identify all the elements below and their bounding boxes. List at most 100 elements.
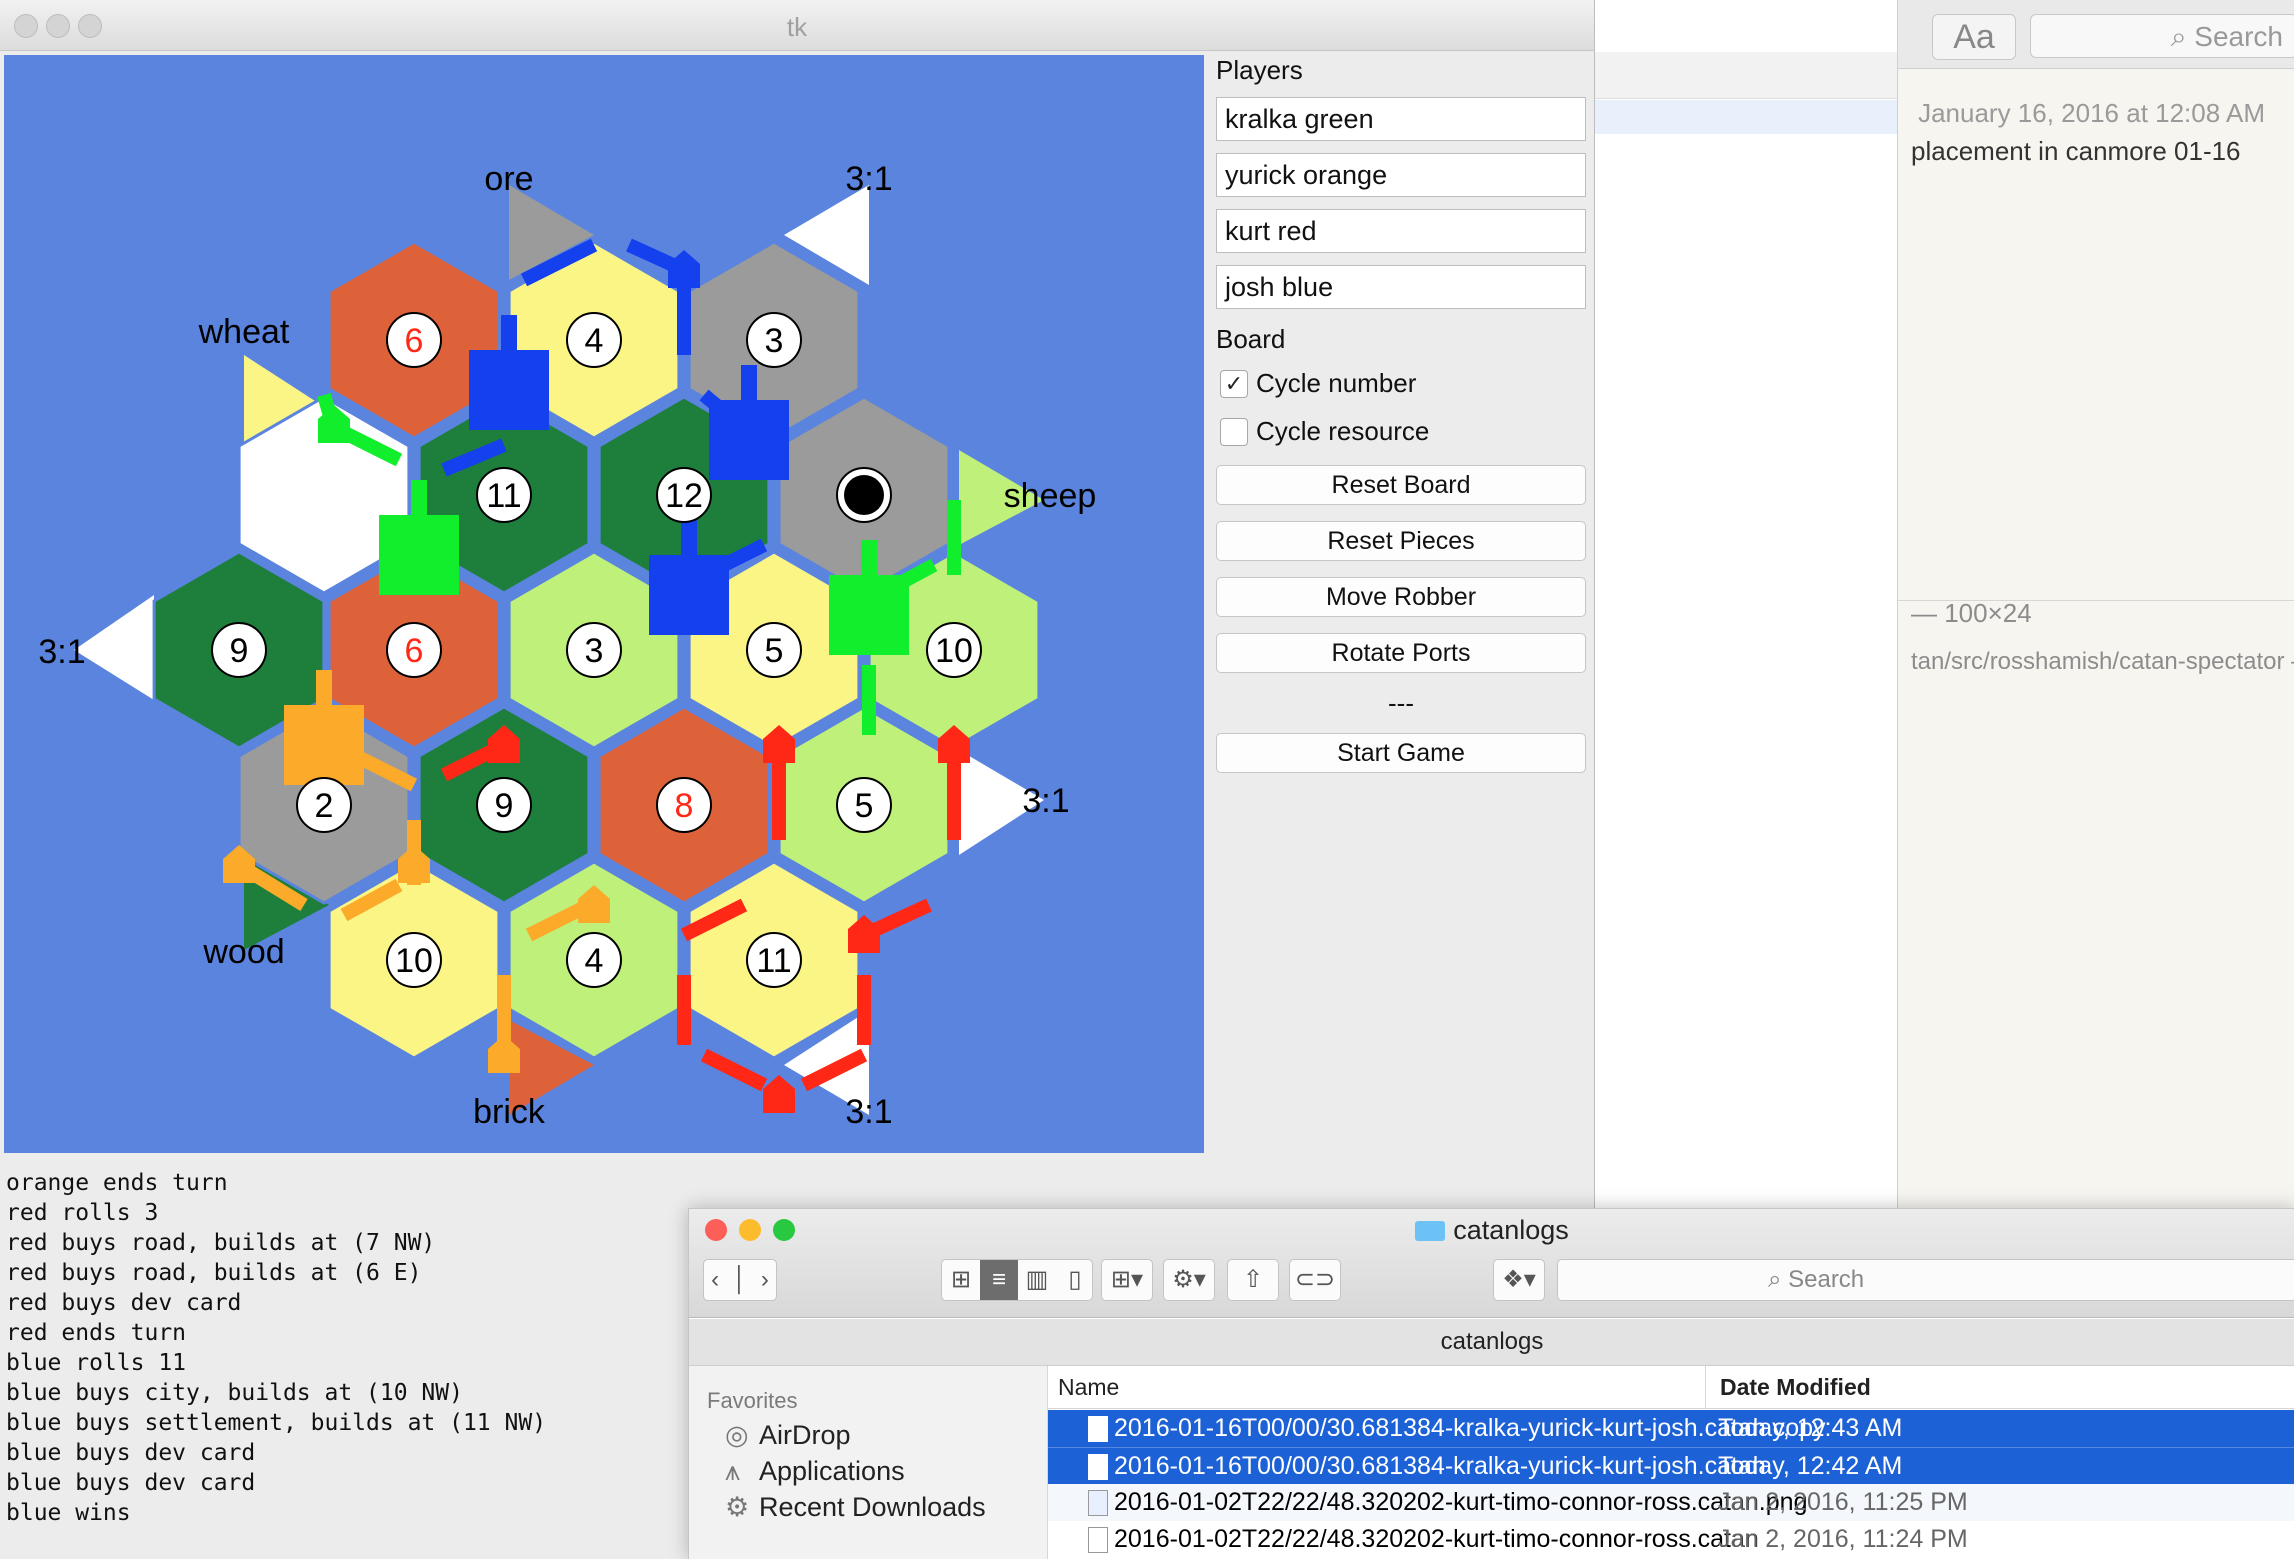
port-label: wheat [198,313,290,351]
list-pane: ▼ [1592,0,1898,1210]
notes-search-field[interactable]: ⌕ Search [2030,14,2294,58]
back-forward-control[interactable]: ‹ │ › [703,1259,777,1301]
rotate-ports-button[interactable]: Rotate Ports [1216,633,1586,673]
move-robber-button[interactable]: Move Robber [1216,577,1586,617]
player-1-field[interactable]: kralka green [1216,97,1586,141]
column-divider[interactable] [1705,1366,1706,1408]
file-name: 2016-01-16T00/00/30.681384-kralka-yurick… [1114,1452,1766,1480]
airdrop-icon: ◎ [725,1420,749,1450]
search-icon: ⌕ [2170,21,2195,52]
window-title: tk [786,12,808,42]
city-tower [501,315,517,355]
player-3-field[interactable]: kurt red [1216,209,1586,253]
number-token-label: 9 [230,632,249,670]
date-column-header[interactable]: Date Modified [1720,1374,1871,1401]
port-label: ore [484,160,533,198]
city-tower [741,365,757,405]
dropbox-icon[interactable]: ❖▾ [1493,1259,1545,1301]
robber-icon [844,475,884,515]
number-token-label: 12 [665,477,703,515]
cycle-number-checkbox[interactable]: ✓ [1220,370,1248,398]
file-row[interactable]: 2016-01-16T00/00/30.681384-kralka-yurick… [1048,1447,2294,1485]
note-title: placement in canmore 01-16 [1911,136,2241,166]
sidebar-item-recent-downloads[interactable]: ⚙ Recent Downloads [725,1492,986,1523]
arrange-icon[interactable]: ⊞▾ [1101,1259,1153,1301]
column-header: Name Date Modified [1048,1366,2294,1409]
log-line: red rolls 3 [6,1200,159,1226]
font-button[interactable]: Aa [1932,14,2016,60]
finder-search-field[interactable]: ⌕ Search [1557,1259,2294,1301]
file-row[interactable]: 2016-01-02T22/22/48.320202-kurt-timo-con… [1048,1521,2294,1558]
number-token-label: 4 [585,942,604,980]
cover-flow-icon[interactable]: ▯ [1056,1260,1094,1300]
reset-board-button[interactable]: Reset Board [1216,465,1586,505]
reset-pieces-button[interactable]: Reset Pieces [1216,521,1586,561]
file-row[interactable]: 2016-01-02T22/22/48.320202-kurt-timo-con… [1048,1484,2294,1521]
cycle-number-label: Cycle number [1256,368,1417,398]
board-label: Board [1216,324,1286,354]
log-line: blue wins [6,1500,131,1526]
forward-icon[interactable]: › [761,1266,769,1293]
finder-toolbar: catanlogs ‹ │ › ⊞ ≡ ▥ ▯ ⊞▾ ⚙▾ ⇧ ⊂⊃ ❖▾ ⌕ … [689,1209,2294,1318]
file-row[interactable]: 2016-01-16T00/00/30.681384-kralka-yurick… [1048,1410,2294,1447]
port-label: brick [473,1093,546,1131]
document-icon [1088,1527,1108,1553]
number-token-label: 5 [855,787,874,825]
applications-icon: ⩚ [725,1456,741,1486]
port-label: wood [202,933,284,971]
number-token-label: 11 [756,942,791,980]
catan-board[interactable]: ore 3:1 wheat sheep 3:1 3:1 wood brick 3:1 6 4 3 11… [4,55,1204,1153]
sidebar-item-airdrop[interactable]: ◎ AirDrop [725,1420,851,1451]
number-token-label: 2 [315,787,334,825]
icon-view-icon[interactable]: ⊞ [942,1260,980,1300]
view-mode-control[interactable]: ⊞ ≡ ▥ ▯ [941,1259,1093,1301]
sidebar-item-label: Recent Downloads [759,1492,986,1522]
number-token-label: 5 [765,632,784,670]
sidebar-item-applications[interactable]: ⩚ Applications [725,1456,905,1488]
player-2-field[interactable]: yurick orange [1216,153,1586,197]
name-column-header[interactable]: Name [1058,1374,1119,1401]
separator-label: --- [1388,688,1414,718]
path-bar: catanlogs [689,1319,2294,1366]
sidebar-item-label: AirDrop [759,1420,851,1450]
list-view-icon[interactable]: ≡ [980,1260,1018,1300]
file-date: Jan 2, 2016, 11:24 PM [1718,1525,1968,1553]
number-token-label: 9 [495,787,514,825]
list-selected-row[interactable] [1592,100,1897,134]
city-piece [649,555,729,635]
log-line: blue rolls 11 [6,1350,187,1376]
log-line: orange ends turn [6,1170,228,1196]
city-piece [284,705,364,785]
file-date: Today, 12:42 AM [1718,1452,1903,1480]
city-piece [379,515,459,595]
gear-icon[interactable]: ⚙▾ [1163,1259,1215,1301]
file-date: Jan 2, 2016, 11:25 PM [1718,1488,1968,1516]
share-icon[interactable]: ⇧ [1227,1259,1279,1301]
column-view-icon[interactable]: ▥ [1018,1260,1056,1300]
city-piece [709,400,789,480]
finder-window: catanlogs ‹ │ › ⊞ ≡ ▥ ▯ ⊞▾ ⚙▾ ⇧ ⊂⊃ ❖▾ ⌕ … [688,1208,2294,1559]
tag-icon[interactable]: ⊂⊃ [1289,1259,1341,1301]
cycle-resource-checkbox[interactable] [1220,418,1248,446]
number-token-label: 10 [395,942,433,980]
log-line: red buys road, builds at (6 E) [6,1260,422,1286]
back-icon[interactable]: ‹ [711,1266,719,1293]
finder-search-placeholder: Search [1788,1266,1865,1293]
sidebar-item-label: Applications [759,1456,905,1486]
terminal-path: tan/src/rosshamish/catan-spectator — [1911,648,2294,675]
number-token-label: 4 [585,322,604,360]
log-line: blue buys city, builds at (10 NW) [6,1380,463,1406]
city-piece [829,575,909,655]
search-icon: ⌕ [1768,1266,1789,1293]
start-game-button[interactable]: Start Game [1216,733,1586,773]
finder-title-text: catanlogs [1453,1215,1569,1245]
gear-icon: ⚙ [725,1492,750,1522]
player-4-field[interactable]: josh blue [1216,265,1586,309]
number-token-label: 11 [486,477,521,515]
favorites-label: Favorites [707,1388,798,1413]
finder-title: catanlogs [689,1215,2294,1246]
number-token-label: 6 [405,632,424,670]
file-name: 2016-01-02T22/22/48.320202-kurt-timo-con… [1114,1525,1759,1553]
log-line: blue buys dev card [6,1440,256,1466]
city-tower [861,540,877,580]
